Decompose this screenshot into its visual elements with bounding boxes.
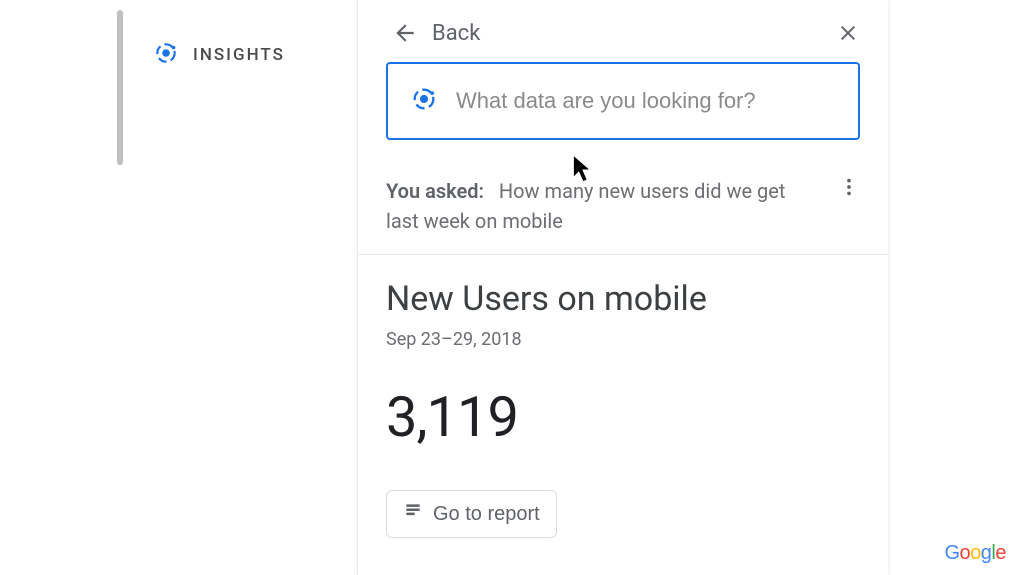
insights-label: INSIGHTS — [193, 45, 285, 65]
google-logo: Google — [944, 542, 1006, 565]
result-date-range: Sep 23–29, 2018 — [386, 329, 860, 350]
asked-text: You asked: How many new users did we get… — [386, 176, 822, 236]
insights-icon — [153, 40, 179, 70]
result-card: New Users on mobile Sep 23–29, 2018 3,11… — [358, 255, 888, 538]
sidebar-scrollbar[interactable] — [117, 10, 123, 165]
search-box[interactable] — [386, 62, 860, 140]
back-button[interactable]: Back — [392, 20, 480, 46]
result-title: New Users on mobile — [386, 279, 860, 319]
main-panel: Back You as — [358, 0, 888, 575]
search-input[interactable] — [456, 88, 836, 114]
result-value: 3,119 — [386, 384, 860, 450]
asked-prefix: You asked: — [386, 179, 484, 203]
back-label: Back — [432, 21, 480, 46]
arrow-left-icon — [392, 20, 418, 46]
close-button[interactable] — [836, 21, 860, 45]
asked-row: You asked: How many new users did we get… — [358, 160, 888, 255]
report-button-label: Go to report — [433, 503, 540, 526]
sidebar: INSIGHTS — [113, 0, 358, 575]
insights-icon — [410, 85, 438, 117]
topbar: Back — [358, 0, 888, 62]
insights-header[interactable]: INSIGHTS — [153, 40, 285, 70]
report-icon — [403, 501, 423, 527]
search-wrap — [358, 62, 888, 160]
go-to-report-button[interactable]: Go to report — [386, 490, 557, 538]
more-vert-icon[interactable] — [838, 176, 860, 202]
